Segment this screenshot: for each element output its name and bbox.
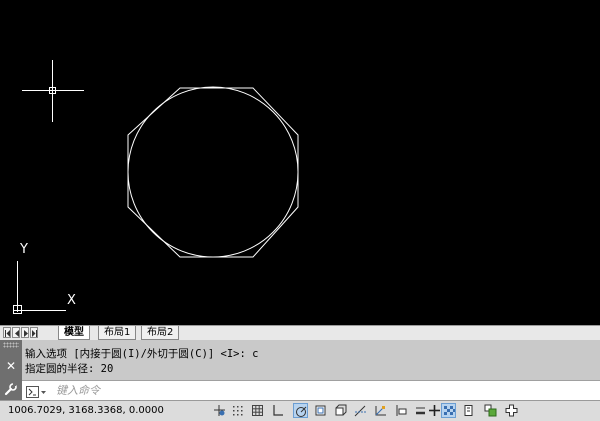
transparency-icon[interactable]: [441, 403, 456, 418]
command-input[interactable]: [56, 383, 586, 398]
tab-model[interactable]: 模型: [58, 326, 90, 340]
ucs-x-label: X: [67, 293, 76, 308]
tab-layout1[interactable]: 布局1: [98, 326, 137, 340]
close-icon[interactable]: ✕: [4, 359, 18, 373]
grid-display-icon[interactable]: [250, 403, 265, 418]
cross-icon[interactable]: [427, 403, 442, 418]
octagon-shape[interactable]: [127, 87, 299, 258]
polar-tracking-icon[interactable]: [293, 403, 308, 418]
next-tab-button[interactable]: [21, 327, 29, 338]
command-input-bar: [22, 380, 600, 400]
coordinates-readout[interactable]: 1006.7029, 3168.3368, 0.0000: [8, 405, 164, 416]
last-arrow-icon: [32, 330, 37, 337]
tab-layout2[interactable]: 布局2: [141, 326, 180, 340]
recent-commands-button[interactable]: [26, 384, 48, 398]
object-snap-icon[interactable]: [313, 403, 328, 418]
ortho-mode-icon[interactable]: [270, 403, 285, 418]
command-prompt-icon: [26, 386, 46, 398]
drawing-svg: [13, 60, 299, 314]
quick-properties-icon[interactable]: [461, 403, 476, 418]
layout-tab-bar: 模型 布局1 布局2: [0, 325, 600, 340]
object-snap-tracking-icon[interactable]: [353, 403, 368, 418]
next-arrow-icon: [24, 330, 28, 337]
dynamic-ucs-icon[interactable]: [373, 403, 388, 418]
lineweight-icon[interactable]: [413, 403, 428, 418]
infer-constraints-icon[interactable]: [212, 403, 227, 418]
annotation-monitor-icon[interactable]: [504, 403, 519, 418]
first-tab-button[interactable]: [3, 327, 11, 338]
first-arrow-icon: [5, 330, 10, 337]
prev-arrow-icon: [15, 330, 19, 337]
command-history: 输入选项 [内接于圆(I)/外切于圆(C)] <I>: c 指定圆的半径: 20: [22, 340, 600, 380]
status-bar: 1006.7029, 3168.3368, 0.0000: [0, 400, 600, 421]
drag-grip-icon[interactable]: [3, 342, 19, 348]
command-history-line: 指定圆的半径: 20: [25, 363, 114, 375]
command-line-handle[interactable]: ✕: [0, 340, 22, 400]
3d-object-snap-icon[interactable]: [333, 403, 348, 418]
last-tab-button[interactable]: [30, 327, 38, 338]
snap-mode-icon[interactable]: [230, 403, 245, 418]
wrench-icon[interactable]: [4, 381, 18, 396]
prev-tab-button[interactable]: [12, 327, 20, 338]
command-line-panel: ✕ 输入选项 [内接于圆(I)/外切于圆(C)] <I>: c 指定圆的半径: …: [0, 340, 600, 400]
ucs-y-label: Y: [20, 242, 28, 257]
crosshair-cursor: [22, 60, 84, 122]
ucs-icon: [13, 261, 66, 314]
selection-cycling-icon[interactable]: [483, 403, 498, 418]
drawing-canvas[interactable]: Y X: [0, 0, 600, 325]
dynamic-input-icon[interactable]: [393, 403, 408, 418]
command-history-line: 输入选项 [内接于圆(I)/外切于圆(C)] <I>: c: [25, 348, 259, 360]
